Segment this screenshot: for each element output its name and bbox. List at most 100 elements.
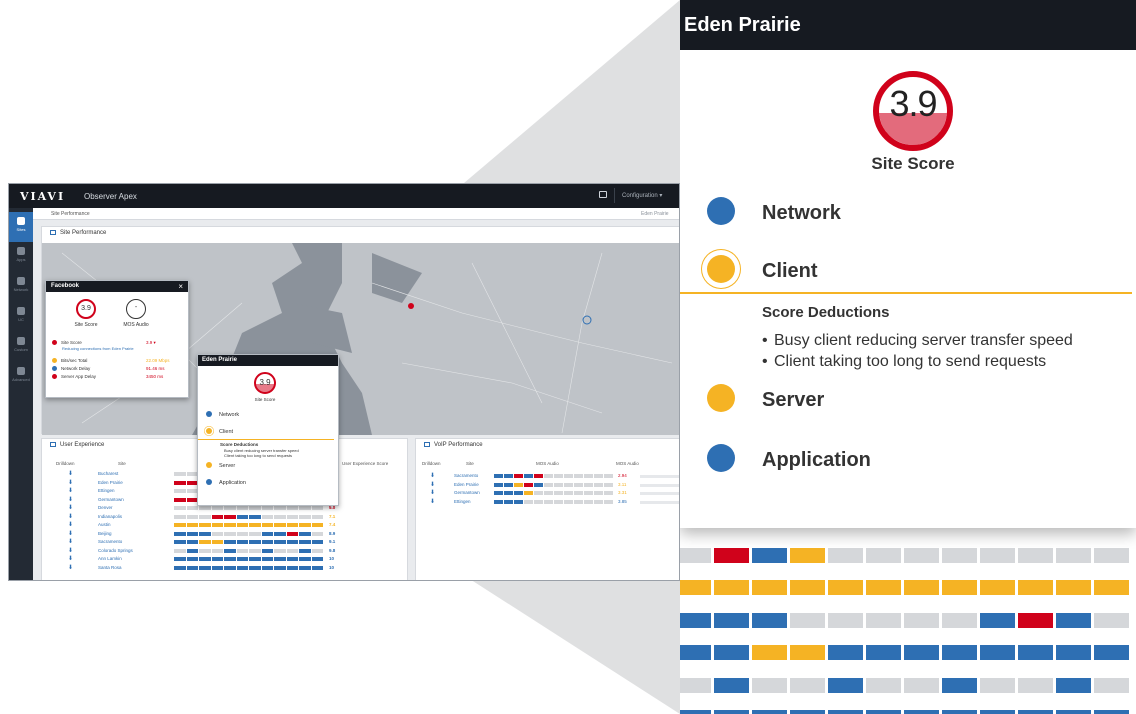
col-site[interactable]: Site: [118, 461, 126, 466]
col-drilldown[interactable]: Drilldown: [56, 461, 75, 466]
drilldown-icon[interactable]: ⬇: [68, 471, 73, 477]
score-value: 9.8: [329, 547, 336, 553]
table-row[interactable]: ⬇ Austin 7.4: [42, 522, 409, 529]
site-link[interactable]: Colorado Springs: [98, 548, 133, 554]
table-row[interactable]: ⬇ Ann Lamkin 10: [42, 556, 409, 563]
table-row[interactable]: ⬇ Eden Prairie 3.11: [416, 482, 679, 489]
zoomed-score-segment: [752, 645, 787, 660]
client-item[interactable]: Client: [206, 428, 233, 435]
drilldown-icon[interactable]: ⬇: [430, 482, 435, 488]
camera-icon[interactable]: [599, 191, 607, 198]
nav-item-custom[interactable]: Custom: [9, 332, 33, 362]
zoomed-score-segment: [714, 710, 749, 714]
nav-item-apps[interactable]: Apps: [9, 242, 33, 272]
drilldown-icon[interactable]: ⬇: [430, 473, 435, 479]
server-item[interactable]: Server: [206, 462, 235, 469]
score-segment: [199, 523, 211, 527]
drilldown-icon[interactable]: ⬇: [430, 490, 435, 496]
table-row[interactable]: ⬇ Beijing 8.9: [42, 531, 409, 538]
application-item[interactable]: Application: [206, 479, 246, 486]
score-segment: [211, 565, 223, 570]
site-score-gauge: 3.9: [76, 299, 96, 319]
site-link[interactable]: Denver: [98, 505, 113, 511]
zoomed-score-segment: [1018, 678, 1053, 693]
drilldown-icon[interactable]: ⬇: [68, 531, 73, 537]
mos-value: 2.94: [618, 473, 627, 478]
table-row[interactable]: ⬇ Colorado Springs 9.8: [42, 548, 409, 555]
score-segment: [236, 506, 248, 510]
mos-segment: [564, 499, 573, 504]
drilldown-icon[interactable]: ⬇: [68, 480, 73, 486]
site-link[interactable]: Ettingen: [454, 499, 471, 505]
col-drilldown[interactable]: Drilldown: [422, 461, 441, 466]
site-link[interactable]: Sacramento: [454, 473, 478, 479]
site-link[interactable]: Bucharest: [98, 471, 118, 477]
close-icon[interactable]: ×: [178, 282, 183, 291]
drilldown-icon[interactable]: ⬇: [68, 565, 73, 571]
col-site[interactable]: Site: [466, 461, 474, 466]
application-item[interactable]: Application: [680, 438, 1136, 478]
zoomed-score-segment: [980, 613, 1015, 628]
metric-row[interactable]: Server App Delay 3450 ms: [52, 373, 184, 381]
site-link[interactable]: Germantown: [98, 497, 124, 503]
score-segment: [274, 548, 286, 553]
nav-item-network[interactable]: Network: [9, 272, 33, 302]
score-segment: [261, 557, 273, 561]
site-link[interactable]: Santa Rosa: [98, 565, 122, 571]
deduction-item: Client taking too long to send requests: [762, 353, 1046, 371]
site-link[interactable]: Sacramento: [98, 539, 122, 545]
server-item[interactable]: Server: [680, 378, 1136, 418]
metric-row[interactable]: Network Delay 91.46 ms: [52, 365, 184, 373]
status-dot: [206, 462, 212, 468]
configuration-menu[interactable]: Configuration ▾: [622, 192, 662, 199]
table-row[interactable]: ⬇ Ettingen 3.85: [416, 499, 679, 506]
zoomed-score-segment: [828, 645, 863, 660]
drilldown-icon[interactable]: ⬇: [68, 488, 73, 494]
drilldown-icon[interactable]: ⬇: [68, 497, 73, 503]
score-segment: [199, 514, 211, 519]
score-segment: [199, 540, 211, 544]
site-link[interactable]: Indianapolis: [98, 514, 122, 520]
site-link[interactable]: Ettingen: [98, 488, 115, 494]
site-link[interactable]: Eden Prairie: [98, 480, 123, 486]
metric-row[interactable]: Bits/sec Total 22.09 Mbps: [52, 357, 184, 365]
drilldown-icon[interactable]: ⬇: [68, 556, 73, 562]
zoomed-score-segment: [828, 548, 863, 563]
score-segment: [311, 540, 323, 544]
site-link[interactable]: Ann Lamkin: [98, 556, 122, 562]
site-selector[interactable]: Eden Prairie: [641, 211, 669, 217]
table-row[interactable]: ⬇ Germantown 3.31: [416, 490, 679, 497]
drilldown-icon[interactable]: ⬇: [68, 514, 73, 520]
col-score[interactable]: User Experience Score: [342, 461, 388, 466]
drilldown-icon[interactable]: ⬇: [68, 522, 73, 528]
table-row[interactable]: ⬇ Santa Rosa 10: [42, 565, 409, 572]
col-mos[interactable]: MOS Audio: [536, 461, 559, 466]
table-row[interactable]: ⬇ Sacramento 9.1: [42, 539, 409, 546]
site-link[interactable]: Beijing: [98, 531, 112, 537]
client-item[interactable]: Client: [680, 250, 1136, 290]
table-row[interactable]: ⬇ Indianapolis 7.1: [42, 514, 409, 521]
drilldown-icon[interactable]: ⬇: [430, 499, 435, 505]
site-link[interactable]: Austin: [98, 522, 111, 528]
nav-label: Advanced: [12, 377, 30, 382]
nav-item-advanced[interactable]: Advanced: [9, 362, 33, 392]
application-status-dot: [707, 444, 735, 472]
item-label: Network: [219, 412, 240, 418]
score-bars: [174, 531, 324, 536]
network-item[interactable]: Network: [680, 193, 1136, 233]
nav-item-sites[interactable]: Sites: [9, 212, 33, 242]
site-link[interactable]: Eden Prairie: [454, 482, 479, 488]
score-note[interactable]: Reducing connections from Eden Prairie: [62, 346, 142, 351]
drilldown-icon[interactable]: ⬇: [68, 548, 73, 554]
col-mos-short[interactable]: MOS Audio: [616, 461, 639, 466]
score-segment: [186, 523, 198, 527]
nav-item-uc[interactable]: UC: [9, 302, 33, 332]
panel-title-text: User Experience: [60, 442, 105, 448]
mos-bars: [494, 474, 614, 478]
site-link[interactable]: Germantown: [454, 490, 480, 496]
drilldown-icon[interactable]: ⬇: [68, 505, 73, 511]
table-row[interactable]: ⬇ Sacramento 2.94: [416, 473, 679, 480]
breadcrumb: Site Performance: [51, 211, 90, 217]
network-item[interactable]: Network: [206, 411, 239, 418]
drilldown-icon[interactable]: ⬇: [68, 539, 73, 545]
